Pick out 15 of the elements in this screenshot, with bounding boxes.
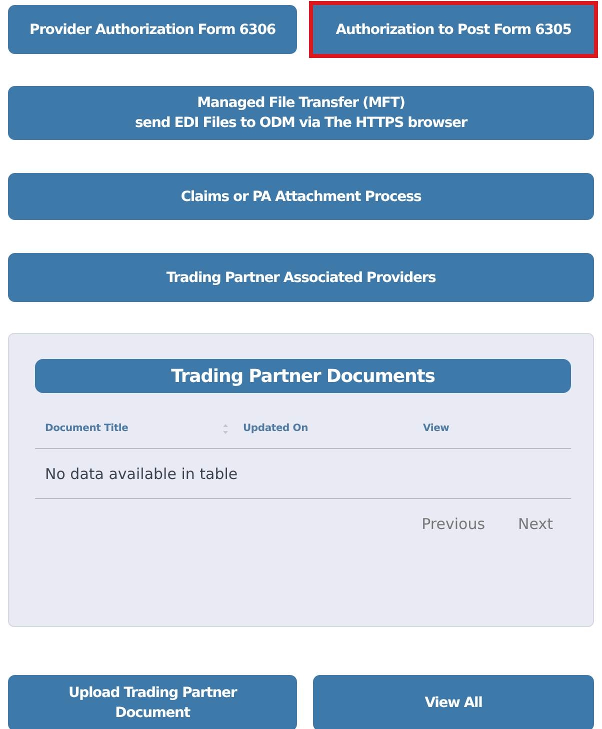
column-header[interactable]: View xyxy=(423,423,571,434)
column-header[interactable]: Document Title xyxy=(45,423,223,434)
link-button[interactable]: Claims or PA Attachment Process xyxy=(8,173,594,220)
empty-table-message: No data available in table xyxy=(35,449,571,499)
panel-title: Trading Partner Documents xyxy=(35,359,571,393)
link-button[interactable]: Managed File Transfer (MFT) send EDI Files to ODM via The HTTPS browser xyxy=(8,86,594,140)
link-button[interactable]: Trading Partner Associated Providers xyxy=(8,253,594,302)
action-button[interactable]: View All xyxy=(313,675,594,729)
form-button[interactable]: Authorization to Post Form 6305 xyxy=(313,5,594,54)
form-button[interactable]: Provider Authorization Form 6306 xyxy=(8,5,297,54)
pagination-link[interactable]: Next xyxy=(518,515,553,533)
sort-icon[interactable] xyxy=(223,424,228,434)
pagination-link[interactable]: Previous xyxy=(422,515,486,533)
column-header[interactable]: Updated On xyxy=(243,423,423,434)
action-button[interactable]: Upload Trading Partner Document xyxy=(8,675,297,729)
